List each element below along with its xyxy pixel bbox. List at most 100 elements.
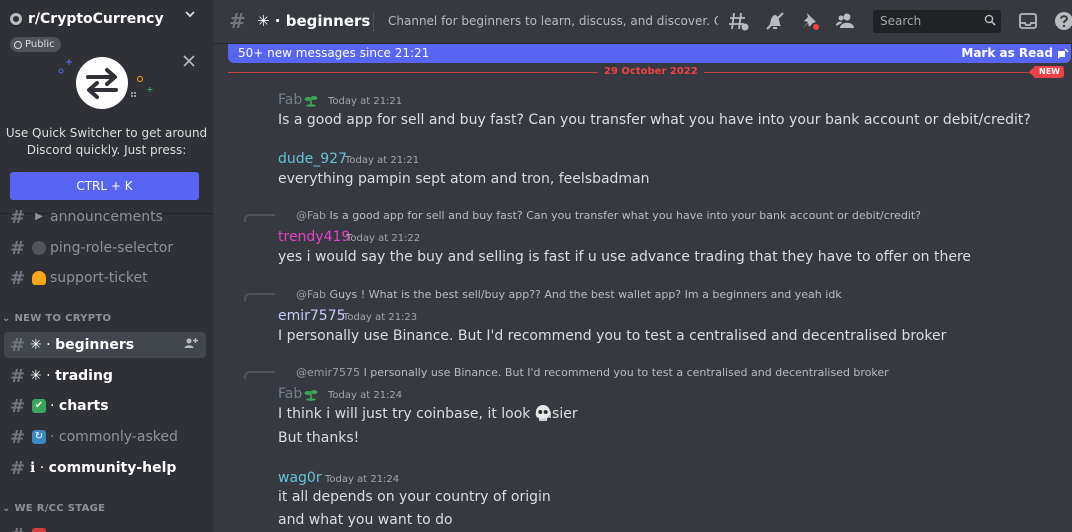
mark-as-read-label: Mark as Read [961,46,1053,60]
channel-prefix: · [50,398,55,414]
chevron-down-icon[interactable] [184,8,196,24]
hash-icon: # [10,365,26,387]
quick-switcher-arrows-icon [58,57,153,109]
search-icon [984,14,996,26]
hash-icon: # [229,9,246,33]
threads-icon[interactable] [728,10,750,32]
channel-topic[interactable]: Channel for beginners to learn, discuss,… [388,14,718,28]
add-member-icon[interactable] [184,337,198,352]
public-badge: Public [10,37,61,52]
quick-switcher-line-1: Use Quick Switcher to get around [5,126,208,140]
server-icon [10,13,22,25]
category-label: NEW TO CRYPTO [14,313,112,324]
sprout-badge-icon [304,390,318,401]
reply-connector [244,293,275,301]
reply-preview-text: I personally use Binance. But I'd recomm… [363,366,889,379]
quick-switcher-button[interactable]: CTRL + K [10,172,199,200]
hash-icon: # [10,206,26,228]
channel-commonly-asked[interactable]: # ↻ · commonly-asked [4,424,206,450]
reply-connector [244,371,275,379]
stage-emoji-icon [32,528,46,532]
reply-preview[interactable]: @Fab Guys ! What is the best sell/buy ap… [296,288,842,301]
channel-stage-partial[interactable]: # [4,522,206,532]
search-placeholder: Search [880,14,922,28]
hash-icon: # [10,267,26,289]
message-author[interactable]: emir7575 [278,308,346,324]
message-author[interactable]: Fab [278,386,302,402]
channel-label: support-ticket [50,270,148,286]
channel-announcements[interactable]: # ▶ announcements [4,204,206,230]
hash-icon: # [10,426,26,448]
message-text: it all depends on your country of origin [278,489,551,505]
header-divider [373,12,374,32]
reply-mention: @emir7575 [296,366,361,379]
message-text: But thanks! [278,430,360,446]
new-messages-tag: NEW [1029,66,1064,78]
channel-community-help[interactable]: # ℹ · community-help [4,455,206,481]
close-icon[interactable] [183,52,195,71]
globe-icon [14,40,22,49]
channel-label: beginners [55,337,135,353]
channel-support-ticket[interactable]: # support-ticket [4,265,206,291]
message-author[interactable]: Fab [278,92,302,108]
refresh-icon: ↻ [32,430,46,444]
hash-icon: # [10,334,26,356]
channel-title: ✳ · beginners [257,12,371,30]
category-label: WE R/CC STAGE [14,503,106,514]
member-list-icon[interactable] [835,10,857,32]
channel-prefix: ✳ · [30,368,51,384]
message-timestamp: Today at 21:21 [328,96,403,107]
server-name: r/CryptoCurrency [28,11,164,27]
category-new-to-crypto[interactable]: ⌄ NEW TO CRYPTO [2,313,111,324]
new-messages-bar[interactable]: 50+ new messages since 21:21 Mark as Rea… [228,44,1071,63]
reply-connector [244,214,275,222]
pinned-messages-icon[interactable] [799,10,821,32]
hash-icon: # [10,237,26,259]
search-input[interactable]: Search [873,10,1001,33]
reply-preview-text: Is a good app for sell and buy fast? Can… [329,209,922,222]
server-header[interactable]: r/CryptoCurrency [0,0,213,40]
message-author[interactable]: wag0r [278,470,322,486]
channel-label: commonly-asked [58,429,178,445]
quick-switcher-line-2: Discord quickly. Just press: [26,143,187,157]
hash-icon: # [10,395,26,417]
mark-read-icon [1058,48,1069,59]
new-messages-label: 50+ new messages since 21:21 [238,46,430,60]
message-timestamp: Today at 21:23 [343,312,418,323]
notification-muted-icon[interactable] [764,10,786,32]
sprout-badge-icon [304,96,318,107]
chevron-down-icon: ⌄ [2,503,15,514]
channel-beginners[interactable]: # ✳ · beginners [4,332,206,358]
message-timestamp: Today at 21:24 [328,390,403,401]
channel-label: community-help [48,460,177,476]
date-divider: 29 October 2022 [598,66,704,77]
inbox-icon[interactable] [1017,10,1039,32]
channel-prefix: · [50,429,55,445]
check-box-icon: ✔ [32,399,46,413]
public-badge-label: Public [25,39,55,50]
channel-trading[interactable]: # ✳ · trading [4,363,206,389]
category-we-rcc-stage[interactable]: ⌄ WE R/CC STAGE [2,503,105,514]
skull-emoji-icon [536,405,550,421]
message-text: I think i will just try coinbase, it loo… [278,406,578,422]
help-icon[interactable] [1053,10,1072,32]
message-author[interactable]: dude_927 [278,151,347,167]
reply-preview[interactable]: @Fab Is a good app for sell and buy fast… [296,209,921,222]
megaphone-icon: ▶ [35,211,43,222]
channel-prefix: ℹ · [30,460,45,476]
message-timestamp: Today at 21:22 [346,233,421,244]
robot-icon [32,241,46,255]
mark-as-read-button[interactable]: Mark as Read [961,46,1069,60]
reply-preview-text: Guys ! What is the best sell/buy app?? A… [329,288,842,301]
message-author[interactable]: trendy419 [278,229,350,245]
reply-preview[interactable]: @emir7575 I personally use Binance. But … [296,366,889,379]
reply-mention: @Fab [296,288,327,301]
quick-switcher-text: Use Quick Switcher to get around Discord… [0,125,213,159]
channel-sidebar: r/CryptoCurrency Public Use Quick Switch… [0,0,213,532]
chevron-down-icon: ⌄ [2,313,15,324]
channel-ping-role-selector[interactable]: # ping-role-selector [4,235,206,261]
hash-icon: # [10,525,30,532]
hash-icon: # [10,457,26,479]
channel-charts[interactable]: # ✔ · charts [4,393,206,419]
message-text: I personally use Binance. But I'd recomm… [278,328,947,344]
